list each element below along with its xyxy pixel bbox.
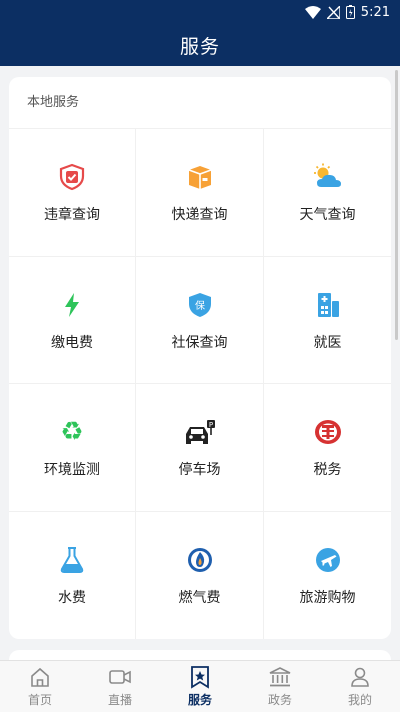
tab-label: 服务 [187,693,212,707]
svg-text:保: 保 [195,299,205,312]
service-environment-monitoring[interactable]: ♻ 环境监测 [9,384,136,512]
service-travel-shopping[interactable]: 旅游购物 [264,512,391,640]
video-icon [108,665,132,689]
battery-icon [345,5,355,19]
service-label: 停车场 [178,462,221,479]
no-signal-icon [326,5,340,19]
svg-text:P: P [208,421,212,429]
shield-check-icon [55,160,89,194]
service-electricity-bill[interactable]: 缴电费 [9,256,136,384]
service-label: 社保查询 [171,334,228,351]
tab-me[interactable]: 我的 [320,661,400,712]
home-icon [28,665,52,689]
service-label: 就医 [313,334,342,351]
insurance-shield-icon: 保 [183,288,217,322]
service-express-query[interactable]: 快递查询 [136,129,264,257]
tax-emblem-icon [311,415,345,449]
gas-flame-icon [183,543,217,577]
service-weather-query[interactable]: 天气查询 [264,129,391,257]
service-label: 旅游购物 [299,590,356,607]
tab-label: 我的 [347,693,372,707]
service-label: 违章查询 [44,207,100,224]
tab-label: 首页 [27,693,52,707]
government-building-icon [268,665,292,689]
service-label: 天气查询 [299,207,356,224]
flask-icon [55,543,89,577]
tab-services[interactable]: 服务 [160,661,240,712]
lightning-icon [55,288,89,322]
wifi-icon [304,5,321,19]
local-services-card: 本地服务 违章查询 快递查询 天气查询 缴电费 保 社保查询 就医 ♻ 环境监测… [9,77,391,639]
tab-home[interactable]: 首页 [0,661,80,712]
service-gas-bill[interactable]: 燃气费 [136,511,264,639]
service-social-insurance[interactable]: 保 社保查询 [136,256,264,384]
star-bookmark-icon [188,665,212,689]
bottom-tab-bar: 首页 直播 服务 政务 我的 [0,660,400,712]
services-grid: 违章查询 快递查询 天气查询 缴电费 保 社保查询 就医 ♻ 环境监测 P 停车… [9,129,391,639]
hospital-icon [311,288,345,322]
page-title: 服务 [179,35,220,58]
service-label: 缴电费 [51,334,93,351]
app-header: 服务 [0,24,400,66]
recycle-icon: ♻ [60,417,84,448]
service-label: 环境监测 [44,462,100,479]
tab-live[interactable]: 直播 [80,661,160,712]
tab-label: 直播 [107,693,132,707]
section-title: 本地服务 [9,77,391,129]
service-medical[interactable]: 就医 [264,257,391,384]
travel-plane-icon [311,543,345,577]
service-label: 水费 [58,590,86,607]
service-tax[interactable]: 税务 [264,384,391,512]
service-parking[interactable]: P 停车场 [136,384,264,512]
service-label: 燃气费 [178,590,221,607]
service-label: 快递查询 [171,207,228,224]
status-bar: 5:21 [0,0,400,24]
weather-icon [311,160,345,194]
tab-government[interactable]: 政务 [240,661,320,712]
user-icon [348,665,372,689]
service-water-bill[interactable]: 水费 [9,511,136,639]
package-icon [183,160,217,194]
service-label: 税务 [313,462,342,479]
service-violation-query[interactable]: 违章查询 [9,129,136,257]
tab-label: 政务 [267,693,292,707]
scrollbar[interactable] [395,70,398,340]
parking-car-icon: P [183,415,217,449]
clock-time: 5:21 [360,4,390,20]
